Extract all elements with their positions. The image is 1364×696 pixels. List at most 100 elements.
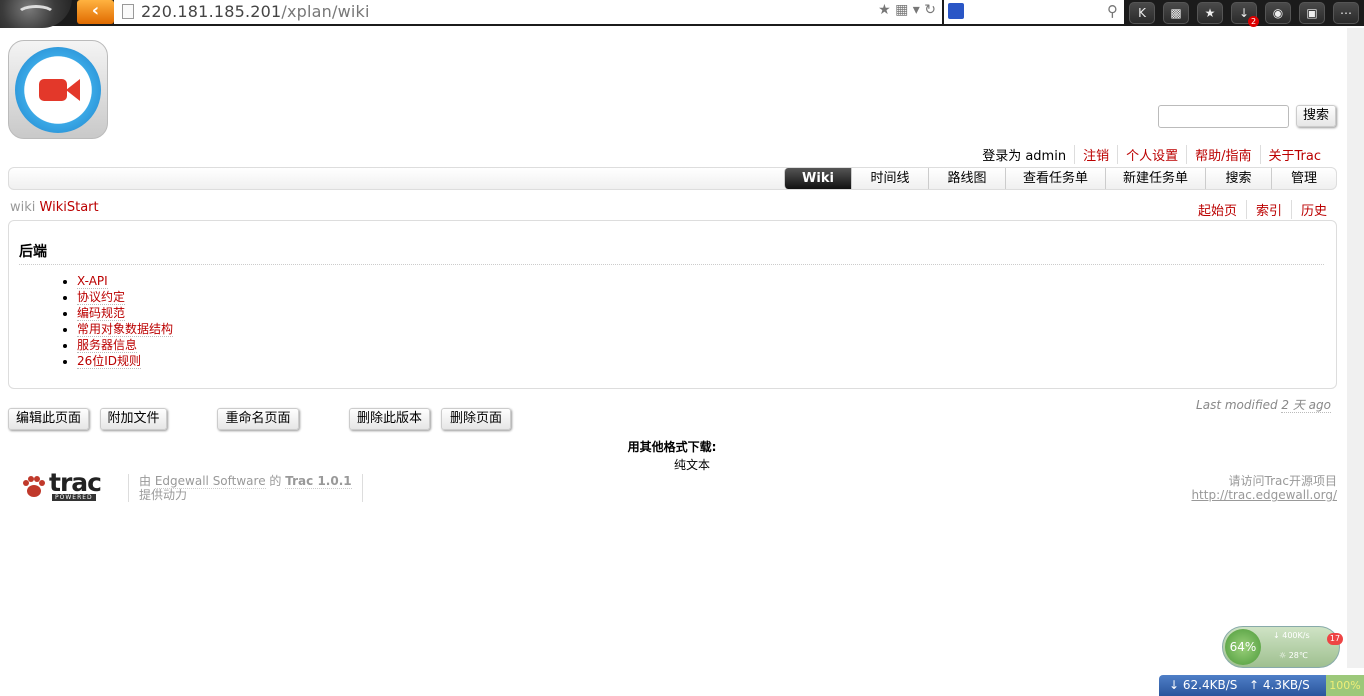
wiki-link-x-api[interactable]: X-API xyxy=(77,274,108,289)
tab-new-ticket[interactable]: 新建任务单 xyxy=(1105,168,1205,189)
about-trac-link[interactable]: 关于Trac xyxy=(1269,149,1322,164)
network-speed-bar[interactable]: ↓ 62.4KB/S ↑ 4.3KB/S 100% xyxy=(1159,675,1364,696)
temperature: ☼ 28℃ xyxy=(1279,651,1308,660)
net-speed-value: 400K/s xyxy=(1282,631,1310,640)
upload-speed-value: 4.3KB/S xyxy=(1262,678,1310,692)
list-item: 常用对象数据结构 xyxy=(77,321,174,337)
level-indicator: 100% xyxy=(1326,675,1364,696)
index-link[interactable]: 索引 xyxy=(1256,204,1282,219)
trac-site-link[interactable]: http://trac.edgewall.org/ xyxy=(1191,488,1337,502)
address-url[interactable]: 220.181.185.201/xplan/wiki xyxy=(141,2,370,21)
last-modified-ago-link[interactable]: 2 天 ago xyxy=(1281,398,1331,413)
paw-icon xyxy=(23,476,45,497)
address-tools: ★ ▦ ▾ ↻ xyxy=(878,2,936,18)
start-page-link[interactable]: 起始页 xyxy=(1198,204,1237,219)
last-modified: Last modified 2 天 ago xyxy=(1196,396,1331,413)
wiki-link-server-info[interactable]: 服务器信息 xyxy=(77,338,138,353)
tab-wiki[interactable]: Wiki xyxy=(784,168,851,189)
browser-logo-icon[interactable] xyxy=(0,0,72,28)
search-icon[interactable]: ⚲ xyxy=(1107,2,1118,20)
cpu-percent: 64% xyxy=(1225,629,1261,665)
delete-version-button[interactable]: 删除此版本 xyxy=(349,408,430,430)
footer-provided: 提供动力 xyxy=(139,488,188,502)
history-link[interactable]: 历史 xyxy=(1301,204,1327,219)
net-speed: ↓ 400K/s xyxy=(1273,631,1310,640)
lock-icon[interactable]: ▩ xyxy=(1163,2,1189,24)
footer-visit-text: 请访问Trac开源项目 xyxy=(1228,474,1337,488)
rename-page-button[interactable]: 重命名页面 xyxy=(217,408,299,430)
list-item: 编码规范 xyxy=(77,305,173,321)
help-guide-link[interactable]: 帮助/指南 xyxy=(1195,149,1251,164)
download-speed: ↓ 62.4KB/S xyxy=(1169,678,1238,692)
breadcrumb: wiki WikiStart xyxy=(10,200,99,215)
temperature-value: 28℃ xyxy=(1288,651,1308,660)
wiki-content: 后端 X-API 协议约定 编码规范 常用对象数据结构 服务器信息 26位ID规… xyxy=(8,220,1337,389)
project-logo[interactable] xyxy=(8,40,108,139)
star-icon[interactable]: ★ xyxy=(878,2,891,18)
gamepad-icon[interactable]: ◉ xyxy=(1265,2,1291,24)
tab-view-tickets[interactable]: 查看任务单 xyxy=(1005,168,1105,189)
preferences-link[interactable]: 个人设置 xyxy=(1126,149,1178,164)
list-item: X-API xyxy=(77,273,173,289)
trac-version: Trac 1.0.1 xyxy=(285,474,352,488)
dropdown-icon[interactable]: ▾ xyxy=(913,2,920,18)
search-button[interactable]: 搜索 xyxy=(1296,105,1336,127)
wiki-link-data-structures[interactable]: 常用对象数据结构 xyxy=(77,322,174,337)
page-scrollbar[interactable] xyxy=(1347,28,1364,668)
attach-file-button[interactable]: 附加文件 xyxy=(100,408,167,430)
tab-admin[interactable]: 管理 xyxy=(1271,168,1336,189)
page-icon xyxy=(122,4,134,19)
clipboard-icon[interactable]: ▣ xyxy=(1299,2,1325,24)
footer-visit: 请访问Trac开源项目 http://trac.edgewall.org/ xyxy=(1191,474,1337,502)
wiki-link-list: X-API 协议约定 编码规范 常用对象数据结构 服务器信息 26位ID规则 xyxy=(77,273,174,369)
section-heading: 后端 xyxy=(19,241,1324,265)
url-path: /xplan/wiki xyxy=(281,2,370,21)
trac-version-link[interactable]: Trac 1.0.1 xyxy=(285,474,352,489)
main-nav: Wiki 时间线 路线图 查看任务单 新建任务单 搜索 管理 xyxy=(8,167,1337,190)
qr-icon[interactable]: ▦ xyxy=(895,2,908,18)
list-item: 协议约定 xyxy=(77,289,173,305)
system-monitor-widget[interactable]: 64% ↓ 400K/s ☼ 28℃ 17 xyxy=(1222,626,1343,668)
video-camera-icon xyxy=(39,79,67,101)
camera-lens-icon xyxy=(66,79,80,101)
wiki-link-id-rules[interactable]: 26位ID规则 xyxy=(77,354,142,369)
back-button[interactable]: ‹ xyxy=(77,0,114,24)
search-input[interactable] xyxy=(1158,105,1289,128)
tab-timeline[interactable]: 时间线 xyxy=(851,168,928,189)
context-nav: 起始页 索引 历史 xyxy=(1189,200,1336,219)
more-icon[interactable]: ⋯ xyxy=(1333,2,1359,24)
meta-nav: 登录为 admin 注销 个人设置 帮助/指南 关于Trac xyxy=(974,145,1329,164)
download-speed-value: 62.4KB/S xyxy=(1182,678,1238,692)
footer-credits: 由 Edgewall Software 的 Trac 1.0.1 提供动力 xyxy=(128,474,363,502)
notification-badge: 17 xyxy=(1327,633,1343,645)
browser-search-field[interactable]: ⚲ xyxy=(944,0,1124,24)
plain-text-link[interactable]: 纯文本 xyxy=(674,458,710,472)
alt-formats-header: 用其他格式下载: xyxy=(627,440,717,454)
refresh-icon[interactable]: ↻ xyxy=(924,2,936,18)
tab-roadmap[interactable]: 路线图 xyxy=(928,168,1005,189)
edgewall-link[interactable]: Edgewall Software xyxy=(154,474,266,489)
logout-link[interactable]: 注销 xyxy=(1083,149,1109,164)
footer-by: 由 xyxy=(139,474,152,488)
last-modified-label: Last modified xyxy=(1196,398,1278,412)
breadcrumb-wiki-link[interactable]: wiki xyxy=(10,200,35,215)
wiki-link-protocol[interactable]: 协议约定 xyxy=(77,290,126,305)
edit-page-button[interactable]: 编辑此页面 xyxy=(8,408,89,430)
tab-search[interactable]: 搜索 xyxy=(1205,168,1271,189)
download-icon[interactable]: ↓ 2 xyxy=(1231,2,1259,27)
list-item: 服务器信息 xyxy=(77,337,173,353)
logged-in-label: 登录为 admin xyxy=(982,149,1067,164)
download-badge: 2 xyxy=(1248,16,1259,27)
wiki-link-coding-standard[interactable]: 编码规范 xyxy=(77,306,126,321)
footer-of: 的 xyxy=(269,474,282,488)
trac-powered-logo[interactable]: trac POWERED xyxy=(21,468,105,506)
list-item: 26位ID规则 xyxy=(77,353,173,369)
address-bar[interactable]: 220.181.185.201/xplan/wiki ★ ▦ ▾ ↻ xyxy=(114,0,942,24)
breadcrumb-current-link[interactable]: WikiStart xyxy=(40,200,99,215)
k-extension-icon[interactable]: K xyxy=(1129,2,1155,24)
trac-wordmark: trac xyxy=(49,468,102,497)
url-host: 220.181.185.201 xyxy=(141,2,282,21)
delete-page-button[interactable]: 删除页面 xyxy=(441,408,511,430)
search-engine-icon[interactable] xyxy=(948,3,964,19)
favorites-star-icon[interactable]: ★ xyxy=(1197,2,1223,24)
